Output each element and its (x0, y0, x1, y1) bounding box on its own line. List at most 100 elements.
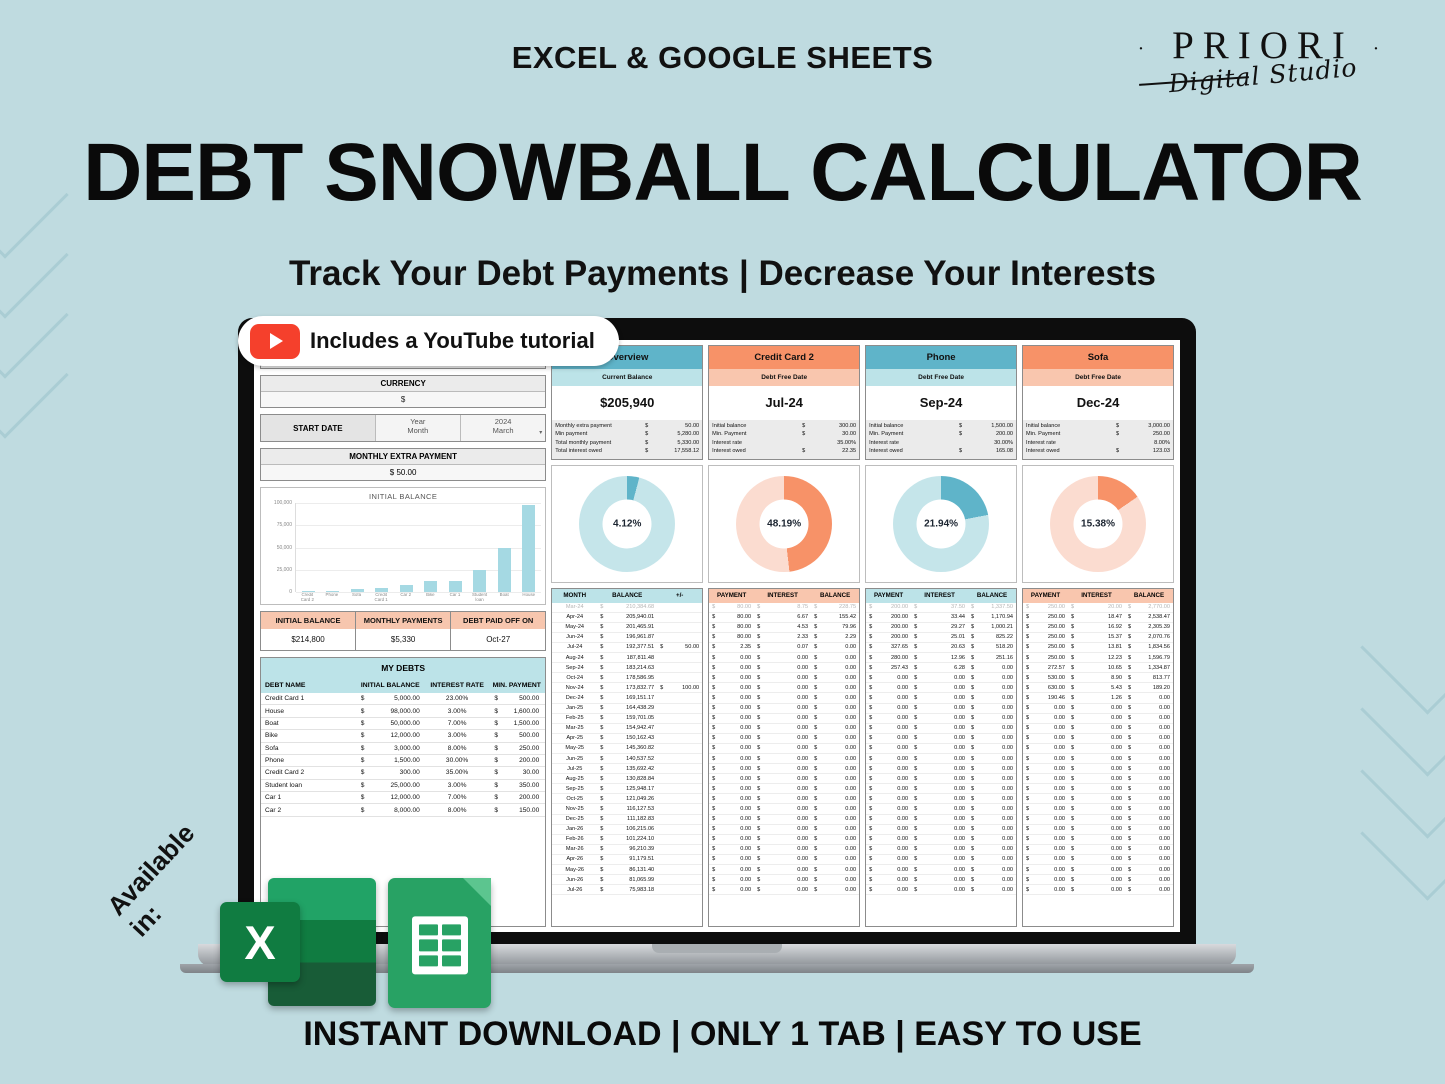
cell-debt-name: Boat (265, 719, 279, 727)
card-primary-value: Dec-24 (1023, 386, 1173, 420)
amortization-row: $0.00 $0.00 $0.00 (866, 683, 1017, 694)
amortization-row: Jul-26 $75,983.18 (552, 885, 703, 896)
x-tick-label: Boat (499, 592, 509, 597)
x-tick-label: Phone (325, 592, 339, 597)
amortization-row: $0.00 $0.00 $0.00 (709, 855, 860, 865)
amortization-row: $0.00 $0.00 $0.00 (866, 825, 1017, 835)
cell-initial-balance: $98,000.00 (360, 707, 420, 715)
youtube-tutorial-badge[interactable]: Includes a YouTube tutorial (238, 316, 619, 366)
cell-interest-rate: 3.00% (447, 707, 467, 715)
bar-credit-card-2 (301, 591, 315, 592)
amortization-row: $0.00 $0.00 $0.00 (866, 794, 1017, 805)
amortization-row: $0.00 $0.00 $0.00 (709, 724, 860, 734)
amortization-row: $250.00 $16.92 $2,305.39 (1023, 623, 1173, 633)
donut-chart: 21.94% (893, 475, 990, 572)
start-date-values[interactable]: 2024 March ▾ (459, 415, 546, 441)
card-detail-row: Interest rate 30.00% (869, 439, 1014, 446)
table-row[interactable]: Car 2 $8,000.00 8.00% $150.00 (261, 804, 546, 817)
table-row[interactable]: Car 1 $12,000.00 7.00% $200.00 (261, 792, 546, 805)
amortization-row: $0.00 $0.00 $0.00 (709, 754, 860, 765)
panel-credit-card-2: Credit Card 2 Debt Free Date Jul-24 Initial… (708, 345, 861, 927)
month-label: Month (407, 426, 429, 436)
initial-balance-bar-chart: INITIAL BALANCE 100,000 75,000 50,000 25,00… (260, 487, 547, 605)
table-row[interactable]: Bike $12,000.00 3.00% $500.00 (261, 730, 546, 743)
table-row[interactable]: Credit Card 1 $5,000.00 23.00% $500.00 (261, 693, 546, 706)
amortization-row: Nov-25 $116,127.53 (552, 804, 703, 815)
card-detail-row: Total interest owed $17,558.12 (555, 448, 700, 455)
amortization-row: $0.00 $0.00 $0.00 (866, 815, 1017, 825)
cell-interest-rate: 8.00% (447, 806, 467, 814)
amortization-table: PAYMENT INTEREST BALANCE $200.00 $37.50 $1,33… (865, 587, 1018, 927)
donut-chart: 15.38% (1050, 475, 1147, 572)
amortization-row: $0.00 $0.00 $0.00 (866, 885, 1017, 896)
summary-header: MONTHLY PAYMENTS (356, 612, 451, 629)
amortization-row: $80.00 $4.53 $79.96 (709, 623, 860, 633)
currency-label: CURRENCY (261, 376, 546, 392)
bar-chart-bars (296, 503, 541, 592)
amortization-row: $0.00 $0.00 $0.00 (709, 845, 860, 855)
amortization-row: Jan-25 $164,438.29 (552, 704, 703, 714)
my-debts-title: MY DEBTS (261, 658, 546, 678)
donut-center-label: 4.12% (602, 499, 652, 549)
donut-chart-panel: 21.94% (865, 464, 1018, 583)
summary-card: Phone Debt Free Date Sep-24 Initial balance… (865, 345, 1018, 460)
amortization-row: $0.00 $0.00 $0.00 (709, 774, 860, 785)
summary-debt-paid-off-on: DEBT PAID OFF ON Oct-27 (451, 612, 546, 650)
amortization-row: Sep-24 $183,214.63 (552, 663, 703, 674)
summary-value: $5,330 (356, 629, 451, 650)
summary-initial-balance: INITIAL BALANCE $214,800 (261, 612, 357, 650)
table-row[interactable]: Phone $1,500.00 30.00% $200.00 (261, 755, 546, 768)
card-primary-value: Jul-24 (709, 386, 860, 420)
amortization-row: $200.00 $37.50 $1,337.50 (866, 603, 1017, 613)
panel-overview: Overview Current Balance $205,940 Monthly e… (551, 345, 704, 927)
table-row[interactable]: Student loan $25,000.00 3.00% $350.00 (261, 780, 546, 792)
amortization-row: $630.00 $5.43 $189.20 (1023, 683, 1173, 694)
amortization-row: Feb-25 $159,701.05 (552, 714, 703, 724)
amortization-row: $0.00 $0.00 $0.00 (1023, 875, 1173, 886)
currency-value[interactable]: $ (261, 392, 546, 407)
table-row[interactable]: Sofa $3,000.00 8.00% $250.00 (261, 743, 546, 755)
month-value[interactable]: March (461, 426, 545, 435)
monthly-extra-payment-field[interactable]: MONTHLY EXTRA PAYMENT $ 50.00 (260, 448, 547, 481)
amortization-row: May-25 $145,360.82 (552, 744, 703, 754)
card-detail-row: Min. Payment $200.00 (869, 431, 1014, 438)
x-tick-label: Credit Card 2 (300, 592, 314, 602)
summary-header: DEBT PAID OFF ON (451, 612, 546, 629)
amortization-row: Dec-24 $169,151.17 (552, 693, 703, 704)
y-tick-label: 75,000 (276, 522, 292, 529)
start-date-row[interactable]: START DATE Year Month 2024 March ▾ (260, 414, 547, 442)
amortization-row: Jul-24 $192,377.51 $50.00 (552, 643, 703, 654)
monthly-extra-payment-label: MONTHLY EXTRA PAYMENT (261, 449, 546, 465)
currency-field[interactable]: CURRENCY $ (260, 375, 547, 408)
kicker-text: EXCEL & GOOGLE SHEETS (511, 40, 934, 75)
amortization-row: Aug-25 $130,828.84 (552, 774, 703, 785)
footer-features: INSTANT DOWNLOAD | ONLY 1 TAB | EASY TO … (303, 1015, 1142, 1053)
cell-debt-name: Car 1 (265, 794, 282, 802)
card-detail-row: Initial balance $1,500.00 (869, 423, 1014, 429)
monthly-extra-payment-value[interactable]: $ 50.00 (261, 465, 546, 480)
amortization-row: $272.57 $10.65 $1,334.87 (1023, 663, 1173, 674)
chevron-down-icon[interactable]: ▾ (539, 430, 542, 438)
table-row[interactable]: House $98,000.00 3.00% $1,600.00 (261, 705, 546, 718)
card-detail-row: Min payment $5,280.00 (555, 431, 700, 438)
amortization-row: Mar-24 $210,384.68 (552, 603, 703, 613)
cell-min-payment: $1,600.00 (494, 707, 540, 715)
card-detail-row: Interest owed $22.35 (712, 448, 857, 455)
amortization-row: $80.00 $8.75 $228.75 (709, 603, 860, 613)
amortization-row: $530.00 $8.90 $813.77 (1023, 673, 1173, 684)
bar-phone (326, 590, 340, 592)
amortization-row: $0.00 $0.00 $0.00 (866, 845, 1017, 855)
table-row[interactable]: Credit Card 2 $300.00 35.00% $30.00 (261, 767, 546, 780)
amortization-row: $257.43 $6.28 $0.00 (866, 663, 1017, 674)
amortization-row: $0.00 $0.00 $0.00 (866, 855, 1017, 865)
card-title: Credit Card 2 (709, 346, 860, 369)
year-value[interactable]: 2024 (461, 417, 545, 426)
card-detail-row: Interest rate 8.00% (1026, 439, 1170, 446)
year-label: Year (410, 417, 426, 426)
sheets-fold-corner (463, 878, 491, 906)
amortization-row: $0.00 $0.00 $0.00 (709, 835, 860, 845)
table-row[interactable]: Boat $50,000.00 7.00% $1,500.00 (261, 718, 546, 731)
donut-center-label: 48.19% (759, 499, 809, 549)
y-tick-label: 50,000 (276, 544, 292, 551)
bar-bike (424, 581, 438, 592)
